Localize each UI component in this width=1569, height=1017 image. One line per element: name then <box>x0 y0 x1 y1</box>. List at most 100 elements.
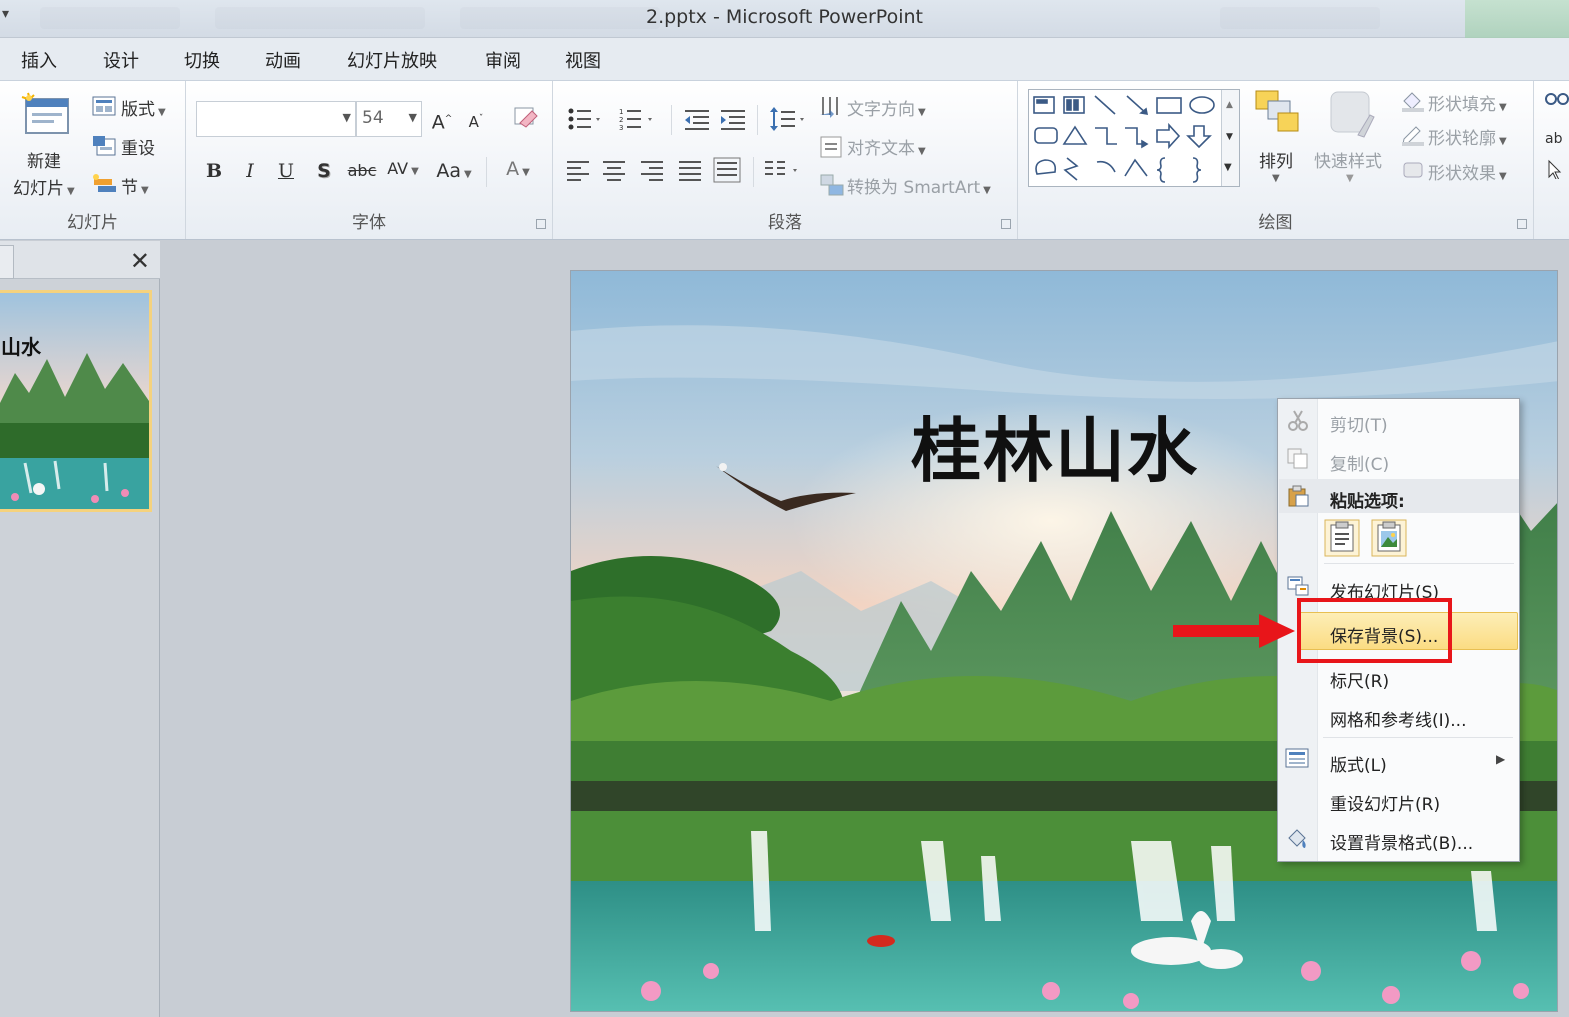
underline-button[interactable]: U <box>272 157 300 185</box>
menu-item-copy[interactable]: 复制(C) <box>1330 450 1389 475</box>
font-size-combobox[interactable]: 54 ▼ <box>356 101 422 137</box>
group-label-drawing: 绘图 <box>1258 213 1293 233</box>
tab-view[interactable]: 视图 <box>565 47 601 73</box>
chevron-down-icon: ▼ <box>1499 102 1507 113</box>
slides-pane-tab[interactable] <box>0 245 14 279</box>
scissors-icon <box>1288 410 1308 431</box>
slide-title[interactable]: 桂林山水 <box>911 395 1199 496</box>
tab-slideshow[interactable]: 幻灯片放映 <box>347 47 437 73</box>
editing-icons[interactable]: ab <box>1543 89 1569 179</box>
new-slide-icon <box>21 92 69 134</box>
change-case-button[interactable]: Aa ▼ <box>434 157 474 185</box>
chevron-down-icon[interactable]: ▼ <box>1346 173 1354 184</box>
shapes-gallery[interactable]: ▲ ▼ ▼ <box>1028 89 1240 187</box>
separator <box>1323 737 1513 738</box>
grow-font-button[interactable]: A^ <box>428 105 456 133</box>
decrease-indent-icon[interactable] <box>683 107 711 131</box>
window-corner-button[interactable] <box>1465 0 1569 38</box>
new-slide-label[interactable]: 新建 <box>27 147 61 172</box>
font-color-button[interactable]: A ▼ <box>498 155 538 183</box>
svg-text:1: 1 <box>619 108 623 116</box>
close-icon[interactable]: ✕ <box>130 247 150 275</box>
section-button[interactable]: 节 ▼ <box>121 173 149 198</box>
shrink-font-button[interactable]: Aˇ <box>462 105 490 133</box>
menu-item-layout[interactable]: 版式(L) <box>1330 751 1387 776</box>
shape-fill-button[interactable]: 形状填充 ▼ <box>1428 90 1507 115</box>
group-label-slides: 幻灯片 <box>67 213 118 233</box>
gallery-more-icon[interactable]: ▼ <box>1224 162 1232 173</box>
tab-transitions[interactable]: 切换 <box>184 47 220 73</box>
align-right-icon[interactable] <box>639 159 665 181</box>
character-spacing-button[interactable]: AV ▼ <box>386 155 420 183</box>
shapes-gallery-scrollbar[interactable]: ▲ ▼ ▼ <box>1221 90 1239 186</box>
bold-button[interactable]: B <box>200 157 228 185</box>
distributed-icon[interactable] <box>713 157 741 183</box>
separator <box>671 105 672 135</box>
tab-insert[interactable]: 插入 <box>21 47 57 73</box>
menu-item-grid-guides[interactable]: 网格和参考线(I)... <box>1330 706 1467 731</box>
paste-option-picture-icon[interactable] <box>1371 519 1407 557</box>
paste-option-keep-text-icon[interactable] <box>1324 519 1360 557</box>
numbering-icon[interactable]: 123 <box>619 107 659 131</box>
columns-icon[interactable] <box>763 159 803 181</box>
align-text-icon[interactable] <box>819 135 843 159</box>
chevron-down-icon: ▼ <box>983 185 991 196</box>
window-title: 2.pptx - Microsoft PowerPoint <box>645 6 923 28</box>
chevron-down-icon[interactable]: ▼ <box>343 111 351 124</box>
strikethrough-button[interactable]: abc <box>344 157 380 185</box>
justify-icon[interactable] <box>677 159 703 181</box>
caret-up-icon[interactable]: ▲ <box>1226 100 1233 110</box>
font-dialog-launcher-icon[interactable] <box>536 219 546 229</box>
convert-smartart-button[interactable]: 转换为 SmartArt ▼ <box>847 173 991 198</box>
quick-styles-button[interactable]: 快速样式 <box>1314 147 1382 172</box>
font-name-combobox[interactable]: ▼ <box>196 101 356 137</box>
slide-thumbnail[interactable]: 山水 <box>0 290 152 512</box>
pen-outline-icon <box>1402 126 1424 146</box>
menu-item-ruler[interactable]: 标尺(R) <box>1330 667 1389 692</box>
chevron-down-icon[interactable]: ▼ <box>1272 173 1280 184</box>
chevron-down-icon: ▼ <box>463 169 472 180</box>
align-left-icon[interactable] <box>565 159 591 181</box>
section-label: 节 <box>121 178 138 198</box>
shrink-font-glyph: A <box>468 113 479 131</box>
caret-down-icon: ˇ <box>478 114 484 124</box>
separator <box>486 157 487 187</box>
paste-icon <box>1288 485 1309 507</box>
text-shadow-button[interactable]: S <box>310 157 338 185</box>
layout-button[interactable]: 版式 ▼ <box>121 95 166 120</box>
chevron-down-icon: ▼ <box>411 166 419 177</box>
smartart-icon[interactable] <box>819 173 845 197</box>
copy-icon <box>1287 448 1308 469</box>
text-direction-icon[interactable] <box>819 95 843 119</box>
separator <box>757 105 758 135</box>
character-spacing-glyph: AV <box>387 159 409 178</box>
group-font: ▼ 54 ▼ A^ Aˇ B I U S abc AV ▼ Aa ▼ A ▼ 字体 <box>186 81 553 239</box>
menu-item-cut[interactable]: 剪切(T) <box>1330 411 1388 436</box>
format-background-icon <box>1288 829 1306 848</box>
text-direction-button[interactable]: 文字方向 ▼ <box>847 95 926 120</box>
align-center-icon[interactable] <box>601 159 627 181</box>
align-text-label: 对齐文本 <box>847 139 915 159</box>
new-slide-button[interactable]: 幻灯片 ▼ <box>13 174 75 199</box>
align-text-button[interactable]: 对齐文本 ▼ <box>847 134 926 159</box>
line-spacing-icon[interactable] <box>769 105 809 133</box>
shape-outline-button[interactable]: 形状轮廓 ▼ <box>1428 124 1507 149</box>
chevron-down-icon: ▼ <box>141 185 149 196</box>
chevron-down-icon[interactable]: ▼ <box>409 111 417 124</box>
drawing-dialog-launcher-icon[interactable] <box>1517 219 1527 229</box>
paragraph-dialog-launcher-icon[interactable] <box>1001 219 1011 229</box>
arrange-button[interactable]: 排列 <box>1259 147 1293 172</box>
tab-animations[interactable]: 动画 <box>265 47 301 73</box>
clear-formatting-icon[interactable] <box>512 105 540 133</box>
increase-indent-icon[interactable] <box>719 107 747 131</box>
menu-item-format-background[interactable]: 设置背景格式(B)... <box>1330 829 1473 854</box>
svg-text:ab: ab <box>1545 131 1563 147</box>
shape-effects-button[interactable]: 形状效果 ▼ <box>1428 159 1507 184</box>
menu-item-reset-slide[interactable]: 重设幻灯片(R) <box>1330 790 1440 815</box>
italic-button[interactable]: I <box>236 157 264 185</box>
reset-button[interactable]: 重设 <box>121 134 155 159</box>
caret-down-icon[interactable]: ▼ <box>1226 132 1233 142</box>
tab-review[interactable]: 审阅 <box>485 47 521 73</box>
bullets-icon[interactable] <box>567 107 603 131</box>
tab-design[interactable]: 设计 <box>103 47 139 73</box>
